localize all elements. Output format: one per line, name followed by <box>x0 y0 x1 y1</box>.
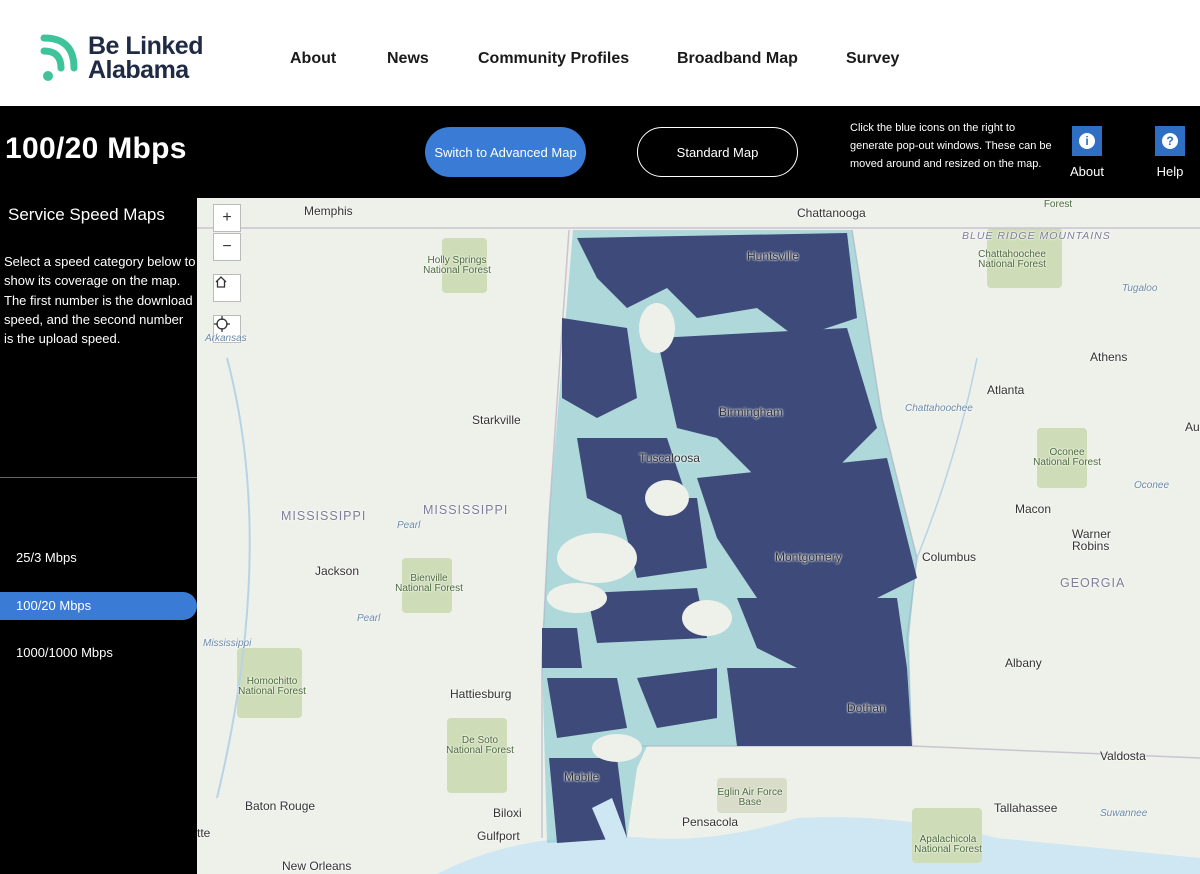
speed-option-1000-1000[interactable]: 1000/1000 Mbps <box>0 639 197 667</box>
zoom-out-button[interactable]: − <box>213 233 241 261</box>
nav-about[interactable]: About <box>290 50 336 68</box>
river-label: Pearl <box>357 613 381 624</box>
crosshair-icon <box>214 316 230 332</box>
park-label: Homochitto National Forest <box>238 676 306 697</box>
zoom-in-button[interactable]: + <box>213 204 241 232</box>
state-label: GEORGIA <box>1060 576 1126 590</box>
river-label: Suwannee <box>1100 808 1148 819</box>
speed-option-25-3[interactable]: 25/3 Mbps <box>0 544 197 572</box>
state-label: MISSISSIPPI <box>423 503 509 517</box>
logo-text: Be Linked Alabama <box>88 32 203 84</box>
park-label: Eglin Air Force Base <box>717 787 783 808</box>
park-label: Apalachicola National Forest <box>914 834 982 855</box>
city-label: Chattanooga <box>797 206 866 220</box>
city-label: Birmingham <box>719 405 784 419</box>
city-label: Biloxi <box>493 806 522 820</box>
sidebar-divider <box>0 477 197 478</box>
city-label: Huntsville <box>747 249 800 263</box>
info-icon: i <box>1079 133 1095 149</box>
nav-community-profiles[interactable]: Community Profiles <box>478 50 629 68</box>
map-toolbar: 100/20 Mbps Switch to Advanced Map Stand… <box>0 106 1200 198</box>
river-label: Pearl <box>397 520 421 531</box>
wifi-logo-icon <box>40 34 78 81</box>
park-label: Chattahoochee National Forest <box>978 249 1046 270</box>
river-label: Tugaloo <box>1122 283 1158 294</box>
city-label: Warner Robins <box>1072 527 1111 553</box>
park-label: Bienville National Forest <box>395 573 463 594</box>
city-label: Macon <box>1015 502 1052 516</box>
city-label: Au <box>1185 420 1200 434</box>
sidebar-heading: Service Speed Maps <box>8 205 165 224</box>
home-icon <box>215 276 227 288</box>
city-label: Jackson <box>315 564 360 578</box>
speed-option-100-20[interactable]: 100/20 Mbps <box>0 592 197 620</box>
city-label: Valdosta <box>1100 749 1146 763</box>
nav-broadband-map[interactable]: Broadband Map <box>677 50 798 68</box>
river-label: Chattahoochee <box>905 403 973 414</box>
river-label: Oconee <box>1134 480 1170 491</box>
map-canvas[interactable] <box>197 198 1200 874</box>
site-header: Be Linked Alabama About News Community P… <box>0 0 1200 106</box>
city-label: Tallahassee <box>994 801 1058 815</box>
river-label: Arkansas <box>205 333 247 344</box>
nav-survey[interactable]: Survey <box>846 50 899 68</box>
city-label: Pensacola <box>682 815 739 829</box>
city-label: Albany <box>1005 656 1042 670</box>
city-label: tte <box>197 826 211 840</box>
home-button[interactable] <box>213 274 241 302</box>
about-label: About <box>1070 164 1104 179</box>
help-note: Click the blue icons on the right to gen… <box>850 122 1052 170</box>
sidebar: Service Speed Maps Select a speed catego… <box>0 198 197 874</box>
city-label: Dothan <box>847 701 886 715</box>
city-label: Mobile <box>564 770 600 784</box>
question-icon: ? <box>1162 133 1178 149</box>
city-label: Tuscaloosa <box>639 451 700 465</box>
city-label: New Orleans <box>282 859 352 873</box>
river-label: Mississippi <box>203 638 252 649</box>
park-label: Oconee National Forest <box>1033 447 1101 468</box>
broadband-map[interactable]: + − Memphis Chattanooga Huntsville Athen… <box>197 198 1200 874</box>
city-label: Gulfport <box>477 829 520 843</box>
help-button[interactable]: ? <box>1155 126 1185 156</box>
park-label: De Soto National Forest <box>446 735 514 756</box>
city-label: Baton Rouge <box>245 799 316 813</box>
park-label: Forest <box>1043 199 1073 210</box>
be-linked-alabama-logo[interactable]: Be Linked Alabama <box>40 34 220 86</box>
city-label: Hattiesburg <box>450 687 512 701</box>
state-label: BLUE RIDGE MOUNTAINS <box>962 230 1111 242</box>
city-label: Columbus <box>922 550 977 564</box>
switch-advanced-map-button[interactable]: Switch to Advanced Map <box>425 127 586 177</box>
city-label: Montgomery <box>775 550 842 564</box>
page-title: 100/20 Mbps <box>5 132 187 165</box>
sidebar-description: Select a speed category below to show it… <box>4 254 196 347</box>
nav-news[interactable]: News <box>387 50 429 68</box>
city-label: Atlanta <box>987 383 1025 397</box>
city-label: Starkville <box>472 413 521 427</box>
park-label: Holly Springs National Forest <box>423 255 491 276</box>
about-button[interactable]: i <box>1072 126 1102 156</box>
state-label: MISSISSIPPI <box>281 509 367 523</box>
city-label: Memphis <box>304 204 353 218</box>
city-label: Athens <box>1090 350 1128 364</box>
help-label: Help <box>1156 164 1184 179</box>
standard-map-button[interactable]: Standard Map <box>637 127 798 177</box>
